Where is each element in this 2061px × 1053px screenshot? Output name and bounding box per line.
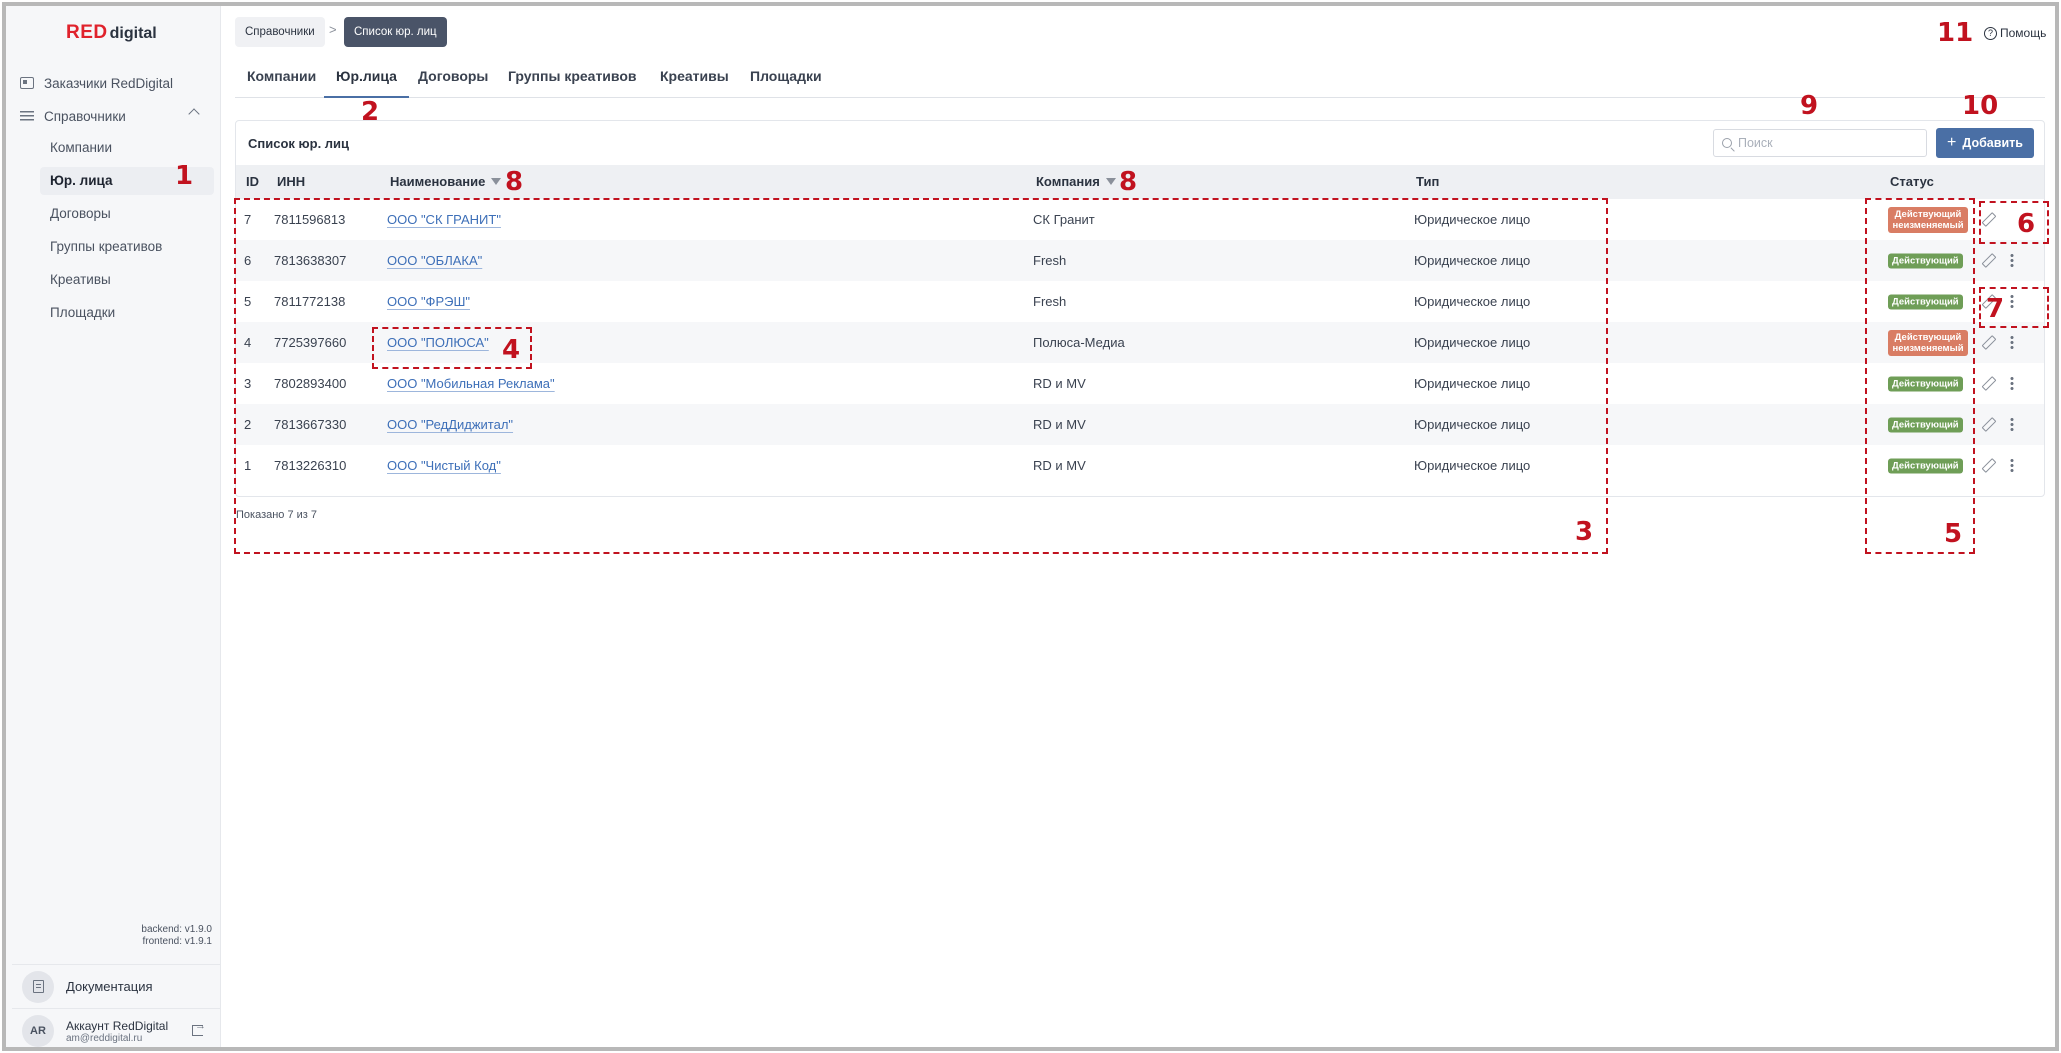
logo[interactable]: RED digital bbox=[66, 22, 157, 52]
annotation-3: 3 bbox=[1575, 517, 1594, 547]
column-type[interactable]: Тип bbox=[1416, 165, 1439, 199]
search-box[interactable] bbox=[1713, 129, 1927, 157]
breadcrumb-current: Список юр. лиц bbox=[344, 17, 447, 47]
annotation-6: 6 bbox=[2017, 209, 2036, 239]
edit-pencil-icon[interactable] bbox=[1982, 336, 1994, 348]
annotation-10: 10 bbox=[1962, 91, 1999, 121]
id-card-icon bbox=[20, 77, 34, 89]
annotation-7: 7 bbox=[1986, 294, 2005, 324]
nav-references[interactable]: Справочники bbox=[20, 101, 126, 131]
more-vertical-icon[interactable] bbox=[2010, 376, 2014, 390]
annotation-box-status bbox=[1865, 198, 1975, 554]
annotation-11: 11 bbox=[1937, 18, 1974, 48]
column-company[interactable]: Компания bbox=[1036, 165, 1116, 199]
annotation-4: 4 bbox=[502, 335, 521, 365]
edit-pencil-icon[interactable] bbox=[1982, 459, 1994, 471]
annotation-9: 9 bbox=[1800, 91, 1819, 121]
add-button[interactable]: + Добавить bbox=[1936, 128, 2034, 158]
help-link[interactable]: ? Помощь bbox=[1984, 26, 2046, 40]
sidebar-item-platforms[interactable]: Площадки bbox=[40, 299, 214, 327]
breadcrumb-parent[interactable]: Справочники bbox=[235, 17, 325, 47]
account-name: Аккаунт RedDigital bbox=[66, 1018, 169, 1033]
nav-references-label: Справочники bbox=[44, 108, 126, 124]
annotation-2: 2 bbox=[361, 97, 380, 127]
more-vertical-icon[interactable] bbox=[2010, 417, 2014, 431]
tabs-bar: Компании Юр.лица Договоры Группы креатив… bbox=[235, 62, 2045, 98]
annotation-5: 5 bbox=[1944, 519, 1963, 549]
sidebar-item-contracts[interactable]: Договоры bbox=[40, 200, 214, 228]
column-status[interactable]: Статус bbox=[1890, 165, 1934, 199]
list-icon bbox=[20, 110, 34, 122]
tab-creatives[interactable]: Креативы bbox=[648, 62, 741, 98]
documentation-link[interactable]: Документация bbox=[12, 964, 221, 1008]
avatar: AR bbox=[22, 1015, 54, 1047]
more-vertical-icon[interactable] bbox=[2010, 458, 2014, 472]
logo-digital: digital bbox=[109, 25, 157, 42]
card-title: Список юр. лиц bbox=[248, 136, 350, 151]
column-inn[interactable]: ИНН bbox=[277, 165, 305, 199]
documentation-label: Документация bbox=[66, 979, 153, 994]
column-name-label: Наименование bbox=[390, 174, 486, 189]
annotation-box-edit bbox=[1979, 201, 2049, 244]
annotation-1: 1 bbox=[175, 161, 194, 191]
sidebar-item-creatives[interactable]: Креативы bbox=[40, 266, 214, 294]
filter-icon[interactable] bbox=[491, 178, 502, 186]
more-vertical-icon[interactable] bbox=[2010, 253, 2014, 267]
edit-pencil-icon[interactable] bbox=[1982, 254, 1994, 266]
help-label: Помощь bbox=[2000, 26, 2047, 40]
tab-contracts[interactable]: Договоры bbox=[406, 62, 500, 98]
question-icon: ? bbox=[1984, 26, 1997, 40]
tab-creative-groups[interactable]: Группы креативов bbox=[496, 62, 649, 98]
tab-legal-entities[interactable]: Юр.лица bbox=[324, 62, 409, 98]
sidebar-item-creative-groups[interactable]: Группы креативов bbox=[40, 233, 214, 261]
chevron-up-icon[interactable] bbox=[188, 108, 200, 120]
column-company-label: Компания bbox=[1036, 174, 1100, 189]
sidebar-item-companies[interactable]: Компании bbox=[40, 134, 214, 162]
nav-customers[interactable]: Заказчики RedDigital bbox=[20, 68, 173, 98]
document-icon bbox=[32, 980, 44, 993]
logo-red: RED bbox=[66, 22, 108, 43]
tab-platforms[interactable]: Площадки bbox=[738, 62, 834, 98]
edit-pencil-icon[interactable] bbox=[1982, 418, 1994, 430]
annotation-box-table bbox=[234, 198, 1608, 554]
search-input[interactable] bbox=[1738, 136, 1918, 150]
nav-customers-label: Заказчики RedDigital bbox=[44, 75, 174, 91]
more-vertical-icon[interactable] bbox=[2010, 335, 2014, 349]
edit-pencil-icon[interactable] bbox=[1982, 377, 1994, 389]
account-email: am@reddigital.ru bbox=[66, 1032, 143, 1044]
frontend-version: frontend: v1.9.1 bbox=[142, 936, 213, 947]
column-name[interactable]: Наименование bbox=[390, 165, 502, 199]
account-row[interactable]: AR Аккаунт RedDigital am@reddigital.ru bbox=[12, 1008, 221, 1053]
search-icon bbox=[1722, 138, 1732, 148]
add-button-label: Добавить bbox=[1962, 136, 2023, 150]
breadcrumb-separator-icon: > bbox=[329, 22, 337, 37]
column-id[interactable]: ID bbox=[246, 165, 259, 199]
plus-icon: + bbox=[1947, 134, 1957, 151]
logout-icon[interactable] bbox=[192, 1020, 206, 1036]
annotation-8b: 8 bbox=[1119, 167, 1138, 197]
account-info: Аккаунт RedDigital am@reddigital.ru bbox=[66, 1019, 168, 1044]
filter-icon[interactable] bbox=[1105, 178, 1116, 186]
document-icon-circle bbox=[22, 970, 54, 1003]
backend-version: backend: v1.9.0 bbox=[141, 924, 212, 935]
version-info: backend: v1.9.0 frontend: v1.9.1 bbox=[141, 924, 212, 948]
annotation-8a: 8 bbox=[505, 167, 524, 197]
tab-companies[interactable]: Компании bbox=[235, 62, 328, 98]
